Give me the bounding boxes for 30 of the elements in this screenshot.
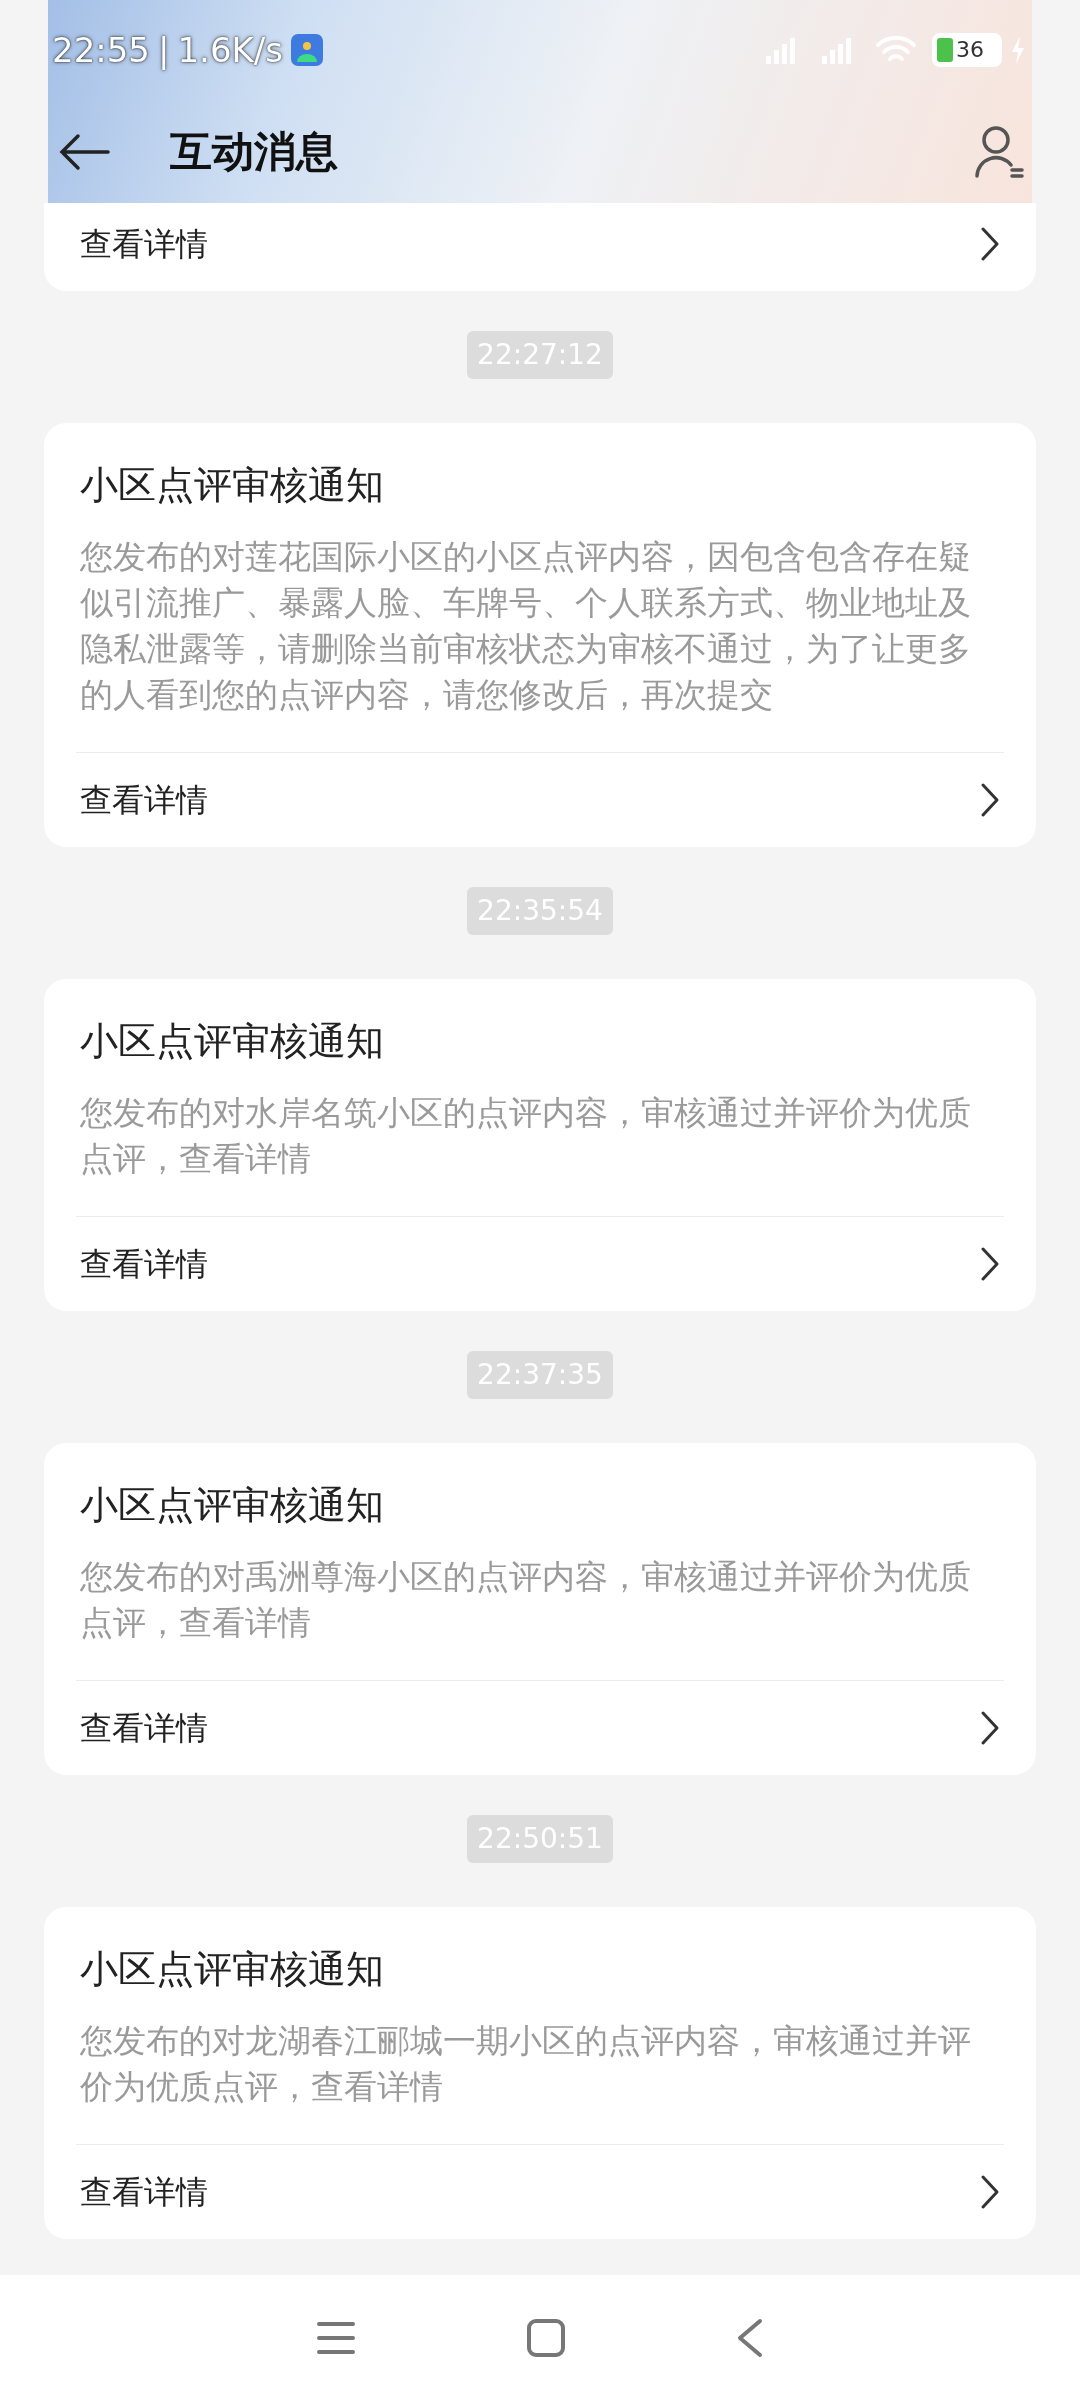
chevron-right-icon [980, 1710, 1000, 1746]
message-body: 您发布的对龙湖春江郦城一期小区的点评内容，审核通过并评价为优质点评，查看详情 [79, 2020, 972, 2108]
separator: | [158, 28, 170, 72]
view-details-link[interactable]: 查看详情 [76, 753, 1004, 847]
message-title: 小区点评审核通知 [79, 462, 385, 509]
view-details-link[interactable]: 查看详情 [76, 203, 1004, 291]
app-icon [291, 34, 323, 66]
view-details-link[interactable]: 查看详情 [76, 2145, 1004, 2239]
chevron-right-icon [980, 226, 1000, 262]
message-title: 小区点评审核通知 [79, 1946, 385, 1993]
chevron-right-icon [980, 782, 1000, 818]
view-details-link[interactable]: 查看详情 [76, 1217, 1004, 1311]
charging-icon [1010, 36, 1026, 64]
chevron-right-icon [980, 2174, 1000, 2210]
home-icon[interactable] [526, 2317, 566, 2358]
chevron-right-icon [980, 1246, 1000, 1282]
network-speed: 1.6K/s [177, 28, 283, 72]
view-details-link[interactable]: 查看详情 [76, 1681, 1004, 1775]
status-time: 22:55 [52, 28, 150, 72]
battery-icon: 36 [932, 33, 1002, 67]
page-title: 互动消息 [170, 126, 338, 178]
message-body: 您发布的对水岸名筑小区的点评内容，审核通过并评价为优质点评，查看详情 [79, 1092, 972, 1180]
user-list-icon[interactable] [974, 123, 1024, 180]
message-body: 您发布的对莲花国际小区的小区点评内容，因包含包含存在疑似引流推广、暴露人脸、车牌号、个人联系方式、物业地址及隐私泄露等，请删除当前审核状态为审核不通过，为了让更多的人看到您的点评内容，请您修改后，再次提交 [79, 536, 972, 716]
message-title: 小区点评审核通知 [79, 1018, 385, 1065]
message-body: 您发布的对禹洲尊海小区的点评内容，审核通过并评价为优质点评，查看详情 [79, 1556, 972, 1644]
message-title: 小区点评审核通知 [79, 1482, 385, 1529]
back-icon[interactable] [736, 2317, 764, 2358]
back-arrow-icon[interactable] [58, 131, 110, 172]
menu-icon[interactable] [316, 2319, 356, 2356]
